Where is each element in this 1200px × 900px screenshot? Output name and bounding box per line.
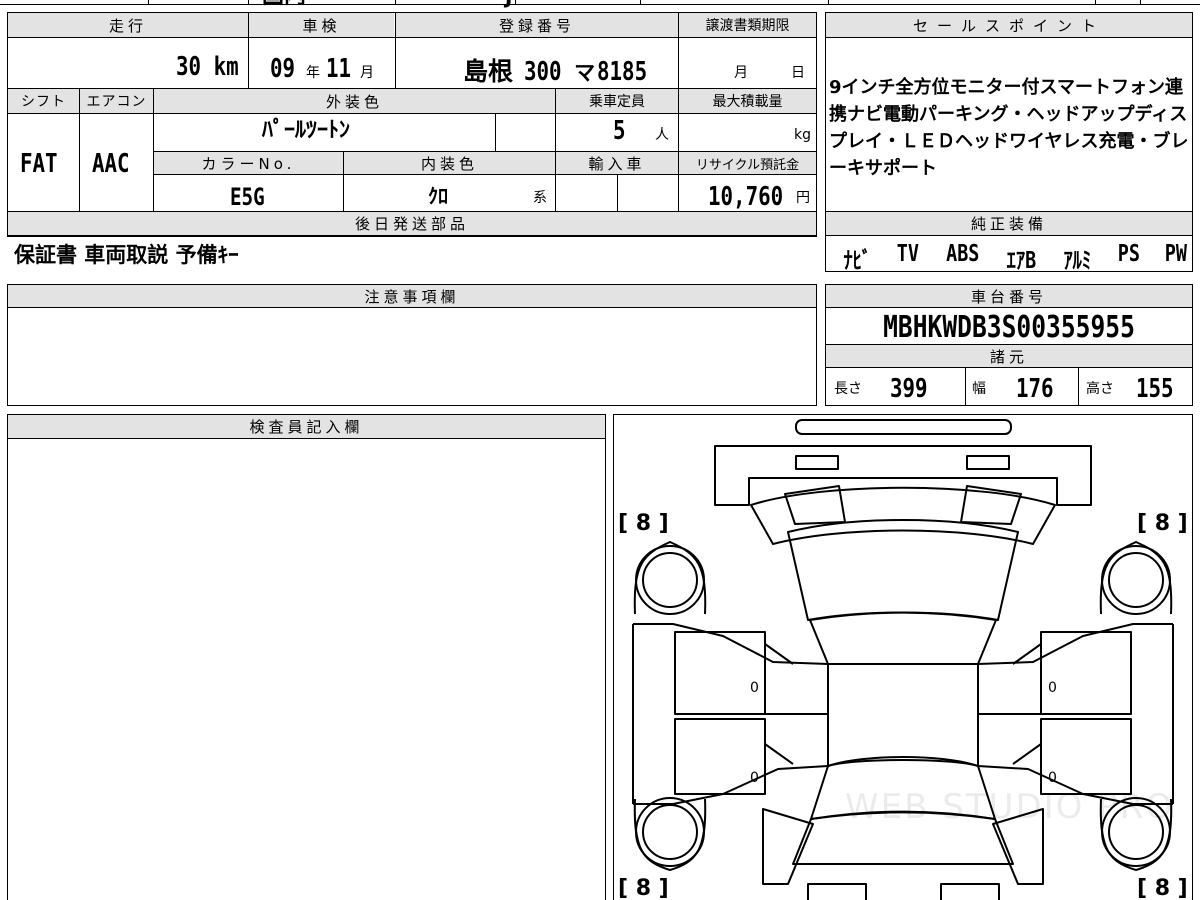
mark-left-rear: 0: [750, 770, 759, 786]
chassis-number: MBHKWDB3S00355955: [883, 310, 1135, 345]
height-label: 高さ: [1086, 381, 1114, 397]
shaken-header: 車検: [249, 13, 394, 37]
capacity-value: 5: [613, 116, 626, 146]
aircon-value: AAC: [92, 149, 130, 179]
capacity-header: 乗車定員: [556, 89, 678, 113]
tire-front-right: [ 8 ]: [1137, 511, 1188, 536]
sales-points-text: 9インチ全方位モニター付スマートフォン連携ナビ電動パーキング・ヘッドアップディス…: [829, 77, 1189, 179]
specs-col-line: [965, 368, 966, 406]
recycle-fee-unit: 円: [796, 190, 810, 206]
recycle-fee-header: リサイクル預託金: [679, 152, 816, 174]
notes-header: 注意事項欄: [8, 285, 816, 307]
specs-divider: [826, 367, 1193, 368]
transfer-day-unit: 日: [791, 65, 805, 81]
equipment-item: ｱﾙﾐ: [1063, 248, 1092, 274]
standard-equipment-list: ﾅﾋﾞ TV ABS ｴｱB ｱﾙﾐ PS PW: [840, 241, 1190, 275]
height-value: 155: [1136, 374, 1174, 404]
equipment-divider: [826, 235, 1193, 236]
interior-color-value: ｸﾛ: [428, 184, 448, 208]
exterior-color-value: ﾊﾟｰﾙﾂｰﾄﾝ: [262, 118, 351, 143]
shift-value: FAT: [20, 149, 58, 179]
interior-color-suffix: 系: [533, 190, 547, 206]
top-fragment-1: 国内: [262, 0, 306, 8]
equipment-item: ﾅﾋﾞ: [843, 248, 872, 274]
equipment-item: PS: [1117, 241, 1140, 267]
inspector-header: 検査員記入欄: [8, 415, 605, 438]
mileage-value: 30 km: [176, 52, 239, 82]
watermark: WEB STUDIO PRO: [845, 787, 1175, 827]
notes-divider: [8, 307, 817, 308]
mileage-header: 走行: [8, 13, 248, 37]
color-number-value: E5G: [230, 183, 265, 211]
specs-col-line: [1078, 368, 1079, 406]
exterior-color-header: 外装色: [154, 89, 555, 113]
chassis-header: 車台番号: [826, 285, 1192, 307]
sales-points-divider: [826, 37, 1193, 38]
standard-equipment-header: 純正装備: [826, 212, 1192, 235]
tire-rear-right: [ 8 ]: [1137, 876, 1188, 900]
vehicle-info-box: [7, 12, 817, 237]
inspector-divider: [8, 438, 606, 439]
delivery-parts-value: 保証書 車両取説 予備ｷｰ: [14, 243, 239, 267]
equipment-item: TV: [897, 241, 920, 267]
transfer-month-unit: 月: [734, 65, 748, 81]
width-label: 幅: [972, 381, 986, 397]
aircon-header: エアコン: [80, 89, 153, 113]
tire-front-left: [ 8 ]: [618, 511, 669, 536]
car-diagram-icon: [632, 419, 1174, 900]
length-value: 399: [890, 374, 928, 404]
length-label: 長さ: [834, 381, 862, 397]
transfer-deadline-header: 譲渡書類期限: [679, 13, 816, 37]
max-load-unit: kg: [794, 127, 811, 143]
shift-header: シフト: [8, 89, 79, 113]
mark-right-rear: 0: [1048, 770, 1057, 786]
recycle-fee-value: 10,760: [708, 182, 784, 212]
delivery-parts-header: 後日発送部品: [8, 212, 816, 235]
registration-number: 島根 300 マ8185: [463, 57, 648, 87]
inspector-box: [7, 414, 606, 900]
registration-header: 登録番号: [396, 13, 678, 37]
shaken-date: 09 年 11 月: [270, 54, 374, 84]
width-value: 176: [1016, 374, 1054, 404]
top-fragment-2: J: [505, 0, 512, 6]
capacity-unit: 人: [655, 127, 669, 143]
tire-rear-left: [ 8 ]: [618, 876, 669, 900]
equipment-item: PW: [1165, 241, 1188, 267]
max-load-header: 最大積載量: [679, 89, 816, 113]
mark-left-front: 0: [750, 680, 759, 696]
interior-color-header: 内装色: [344, 152, 555, 174]
import-header: 輸入車: [556, 152, 678, 174]
specs-header: 諸元: [826, 345, 1192, 367]
sales-points-header: セールスポイント: [826, 13, 1192, 37]
mark-right-front: 0: [1048, 680, 1057, 696]
chassis-divider: [826, 307, 1193, 308]
color-number-header: カラーNo.: [154, 152, 343, 174]
equipment-item: ABS: [946, 241, 980, 267]
equipment-item: ｴｱB: [1007, 248, 1037, 274]
